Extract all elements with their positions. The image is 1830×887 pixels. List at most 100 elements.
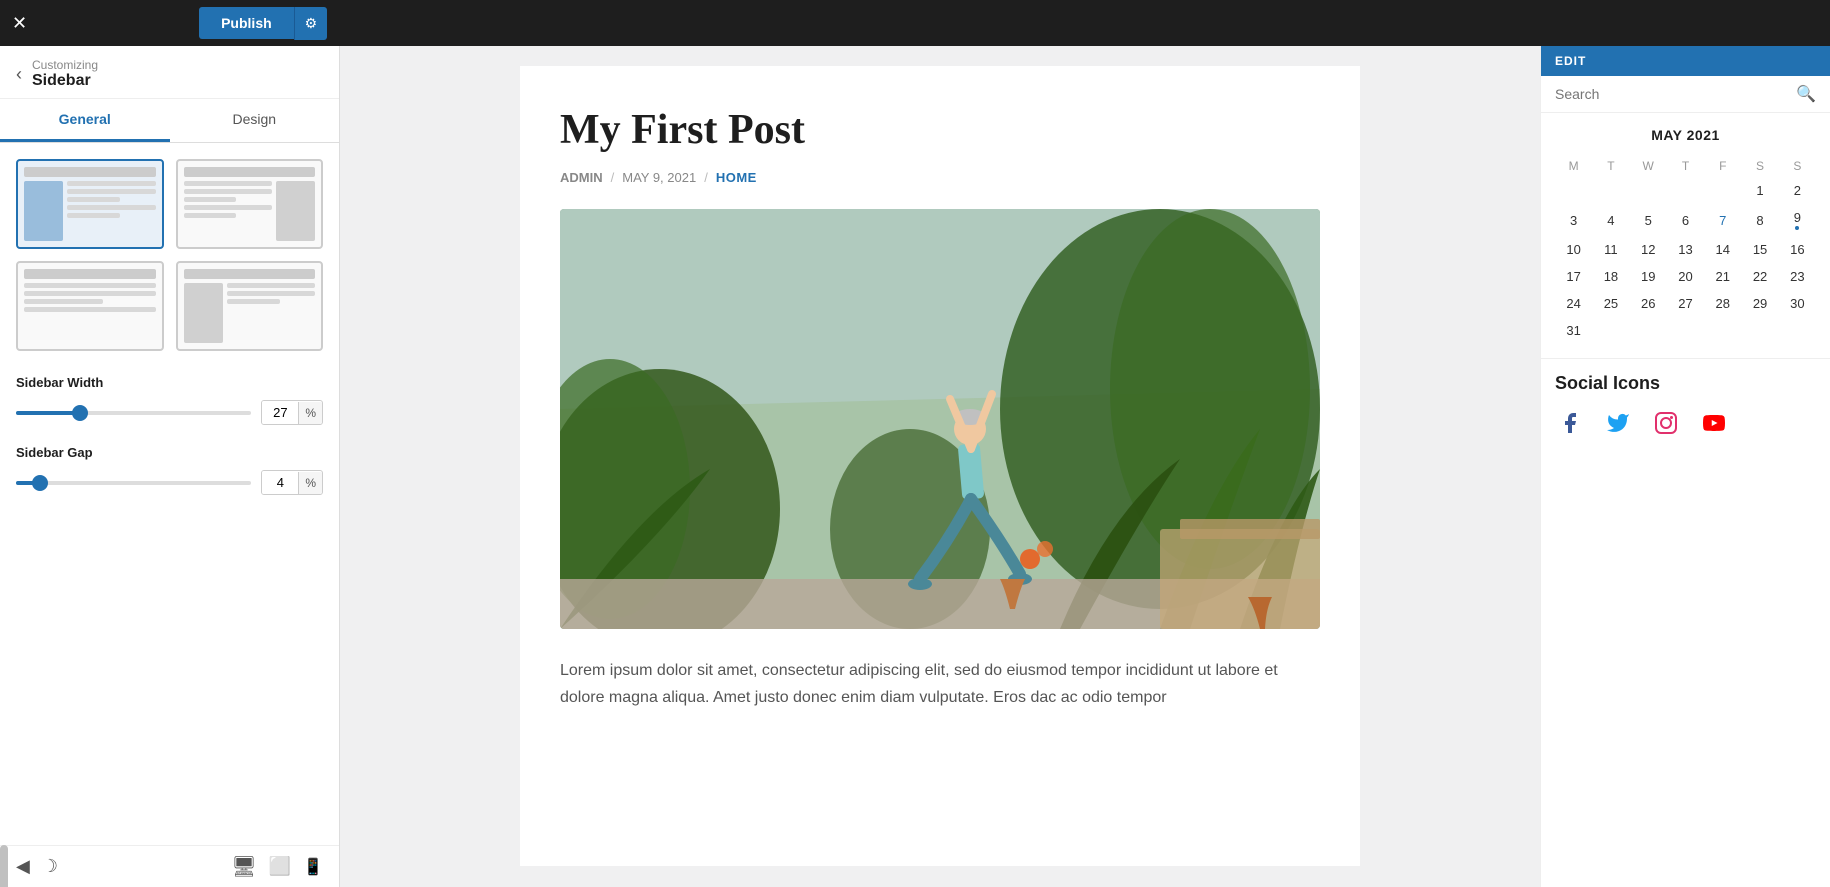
- cal-header-t2: T: [1667, 155, 1704, 177]
- breadcrumb: Customizing: [32, 58, 98, 72]
- cal-day: [1667, 317, 1704, 344]
- cal-day: 27: [1667, 290, 1704, 317]
- cal-day: 23: [1779, 263, 1816, 290]
- layout-grid: [16, 159, 323, 351]
- cal-day: [1779, 317, 1816, 344]
- sidebar-gap-thumb[interactable]: [32, 475, 48, 491]
- publish-group: Publish ⚙: [199, 7, 327, 40]
- preview-content: My First Post ADMIN / MAY 9, 2021 / HOME: [520, 66, 1360, 866]
- cal-day: 11: [1592, 236, 1629, 263]
- sidebar-content: Sidebar Width % Sidebar Gap: [0, 143, 339, 845]
- dark-mode-button[interactable]: ☽: [42, 856, 58, 877]
- cal-day: 12: [1630, 236, 1667, 263]
- instagram-icon[interactable]: [1651, 408, 1681, 438]
- cal-day: 19: [1630, 263, 1667, 290]
- sidebar-bottom-toolbar: ◀ ☽ 🖥 ⬜ 📱: [0, 845, 339, 887]
- search-input[interactable]: [1555, 86, 1788, 102]
- sidebar-width-input[interactable]: [262, 401, 298, 424]
- cal-week-2: 3 4 5 6 7 8 9: [1555, 204, 1816, 236]
- sidebar-gap-value-box: %: [261, 470, 323, 495]
- cal-day: 13: [1667, 236, 1704, 263]
- post-category[interactable]: HOME: [716, 170, 757, 185]
- cal-day: 28: [1704, 290, 1741, 317]
- sidebar-gap-control: %: [16, 470, 323, 495]
- cal-day: 9: [1779, 204, 1816, 236]
- calendar-title: MAY 2021: [1555, 127, 1816, 143]
- cal-day: 4: [1592, 204, 1629, 236]
- sidebar-panel: ‹ Customizing Sidebar General Design: [0, 46, 340, 887]
- tab-design[interactable]: Design: [170, 99, 340, 142]
- sidebar-header-text: Customizing Sidebar: [32, 58, 98, 90]
- post-excerpt: Lorem ipsum dolor sit amet, consectetur …: [560, 657, 1320, 711]
- cal-week-3: 10 11 12 13 14 15 16: [1555, 236, 1816, 263]
- sidebar-width-control: %: [16, 400, 323, 425]
- cal-day: 25: [1592, 290, 1629, 317]
- cal-day: 16: [1779, 236, 1816, 263]
- top-bar: ✕ Publish ⚙: [0, 0, 1830, 46]
- post-featured-image: [560, 209, 1320, 629]
- cal-day: 17: [1555, 263, 1592, 290]
- cal-day: 8: [1741, 204, 1778, 236]
- post-date: MAY 9, 2021: [622, 170, 696, 185]
- desktop-preview-button[interactable]: 🖥: [231, 854, 256, 879]
- sidebar-width-thumb[interactable]: [72, 405, 88, 421]
- cal-day: 3: [1555, 204, 1592, 236]
- cal-day: 10: [1555, 236, 1592, 263]
- tablet-preview-button[interactable]: ⬜: [269, 854, 291, 879]
- close-button[interactable]: ✕: [12, 14, 27, 32]
- sidebar-title: Sidebar: [32, 72, 98, 90]
- edit-bar[interactable]: EDIT: [1541, 46, 1830, 76]
- cal-day: 20: [1667, 263, 1704, 290]
- cal-header-s1: S: [1741, 155, 1778, 177]
- post-author: ADMIN: [560, 170, 603, 185]
- social-title: Social Icons: [1555, 373, 1816, 394]
- cal-day: 24: [1555, 290, 1592, 317]
- cal-day: [1667, 177, 1704, 204]
- calendar-widget: MAY 2021 M T W T F S S: [1541, 113, 1830, 358]
- cal-day: 5: [1630, 204, 1667, 236]
- cal-day: [1741, 317, 1778, 344]
- cal-header-t1: T: [1592, 155, 1629, 177]
- layout-option-2[interactable]: [176, 159, 324, 249]
- layout-option-3[interactable]: [16, 261, 164, 351]
- mobile-preview-button[interactable]: 📱: [303, 854, 323, 879]
- cal-day: 31: [1555, 317, 1592, 344]
- main-layout: ‹ Customizing Sidebar General Design: [0, 46, 1830, 887]
- layout-option-4[interactable]: [176, 261, 324, 351]
- bottom-left-icons: ◀ ☽: [16, 856, 58, 877]
- cal-day: [1592, 177, 1629, 204]
- facebook-icon[interactable]: [1555, 408, 1585, 438]
- search-icon[interactable]: 🔍: [1796, 84, 1816, 104]
- cal-header-f: F: [1704, 155, 1741, 177]
- layout-option-1[interactable]: [16, 159, 164, 249]
- youtube-icon[interactable]: [1699, 408, 1729, 438]
- meta-sep-1: /: [611, 170, 615, 185]
- cal-week-4: 17 18 19 20 21 22 23: [1555, 263, 1816, 290]
- preview-area: My First Post ADMIN / MAY 9, 2021 / HOME: [340, 46, 1540, 887]
- social-icons-row: [1555, 408, 1816, 438]
- tab-general[interactable]: General: [0, 99, 170, 142]
- cal-day-link[interactable]: 7: [1719, 213, 1726, 228]
- sidebar-width-value-box: %: [261, 400, 323, 425]
- cal-day: 2: [1779, 177, 1816, 204]
- cal-day: [1704, 317, 1741, 344]
- cal-day: [1704, 177, 1741, 204]
- sidebar-gap-track[interactable]: [16, 481, 251, 485]
- publish-settings-button[interactable]: ⚙: [294, 7, 328, 40]
- publish-button[interactable]: Publish: [199, 7, 294, 39]
- back-button[interactable]: ‹: [16, 64, 22, 85]
- cal-day: [1630, 317, 1667, 344]
- back-nav-button[interactable]: ◀: [16, 856, 30, 877]
- twitter-icon[interactable]: [1603, 408, 1633, 438]
- sidebar-gap-input[interactable]: [262, 471, 298, 494]
- cal-week-5: 24 25 26 27 28 29 30: [1555, 290, 1816, 317]
- widget-sidebar: EDIT 🔍 MAY 2021 M T W T F S S: [1540, 46, 1830, 887]
- post-title: My First Post: [560, 106, 1320, 154]
- post-meta: ADMIN / MAY 9, 2021 / HOME: [560, 170, 1320, 185]
- cal-day: 30: [1779, 290, 1816, 317]
- sidebar-scrollbar-thumb[interactable]: [0, 845, 8, 887]
- sidebar-width-track[interactable]: [16, 411, 251, 415]
- sidebar-width-fill: [16, 411, 80, 415]
- cal-day: 15: [1741, 236, 1778, 263]
- sidebar-tabs: General Design: [0, 99, 339, 143]
